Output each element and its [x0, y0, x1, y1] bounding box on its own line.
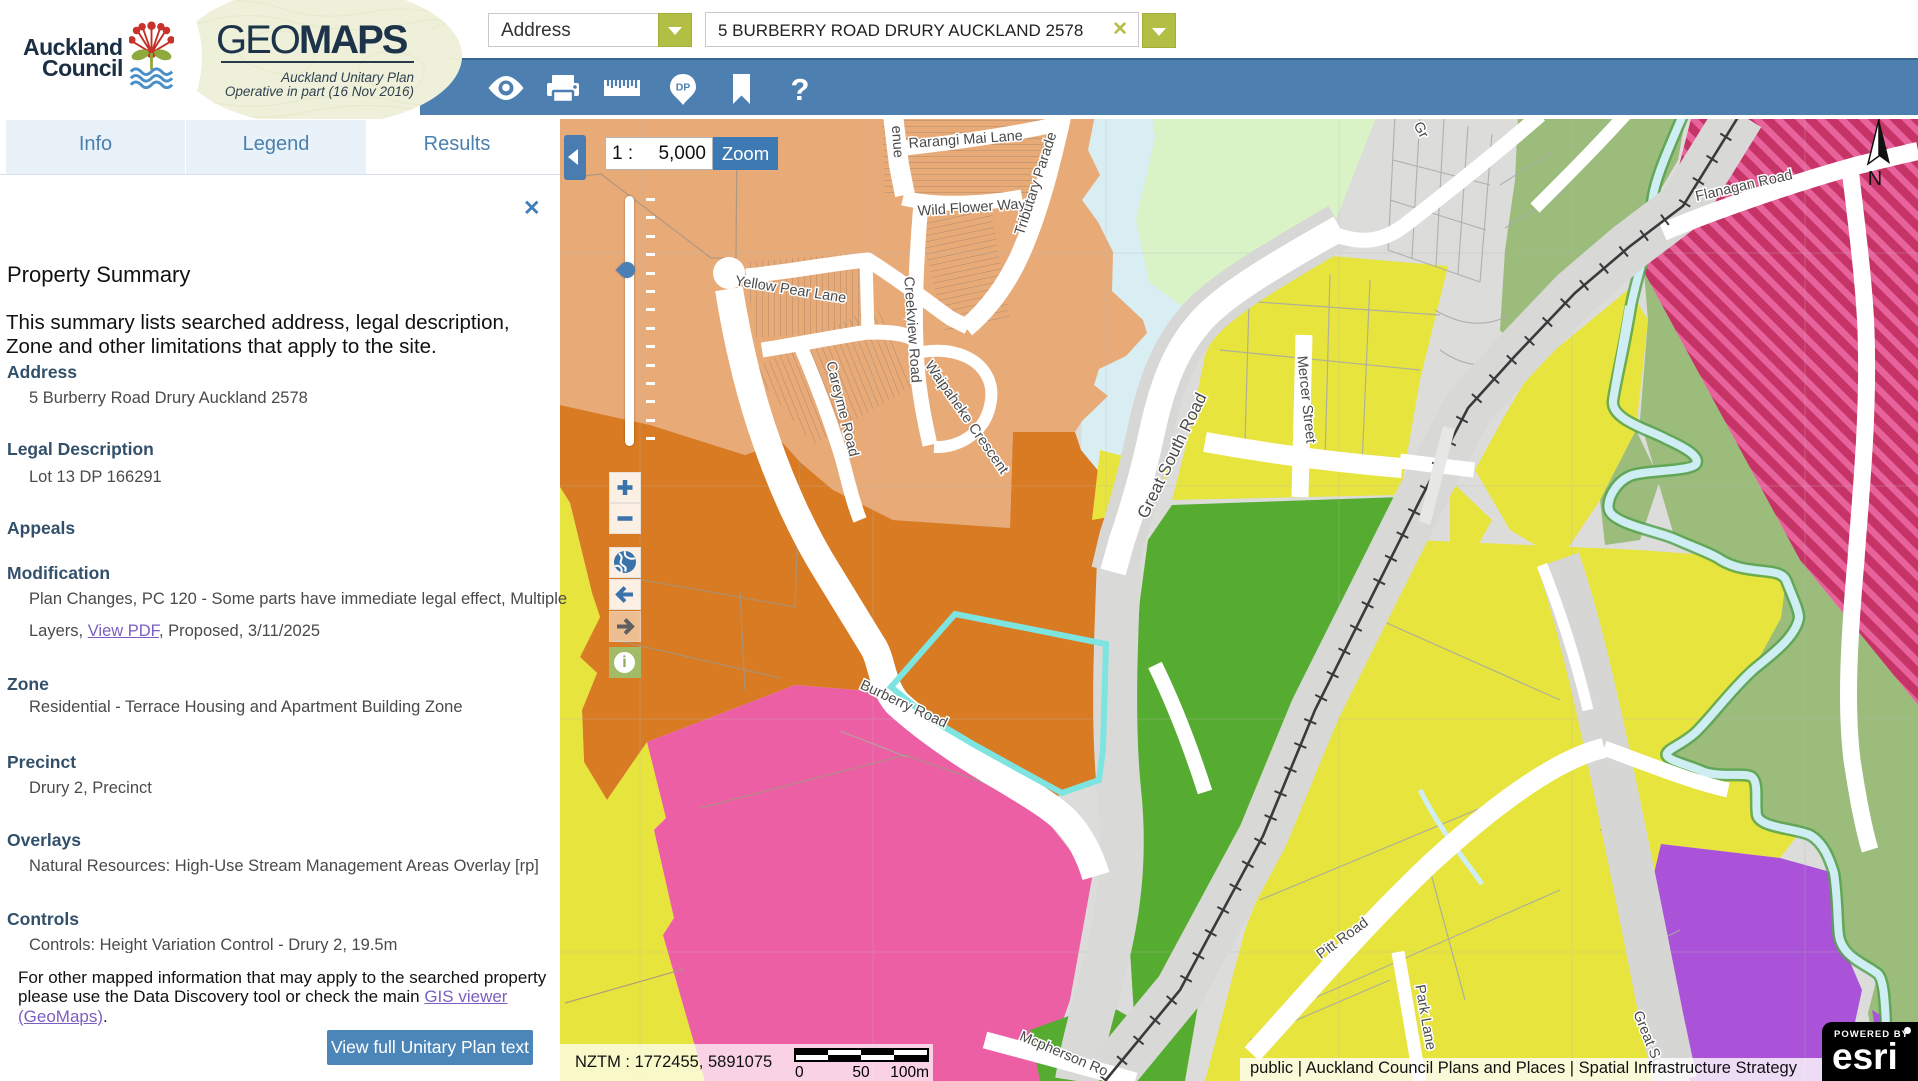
svg-text:?: ? — [791, 74, 810, 106]
svg-text:100m: 100m — [890, 1064, 929, 1080]
svg-text:enue: enue — [888, 125, 906, 158]
svg-text:DP: DP — [676, 82, 691, 94]
svg-text:GEOMAPS: GEOMAPS — [216, 18, 408, 62]
svg-text:50: 50 — [852, 1064, 870, 1080]
svg-text:N: N — [1868, 168, 1882, 190]
svg-text:0: 0 — [795, 1064, 804, 1080]
svg-text:Auckland Unitary Plan: Auckland Unitary Plan — [280, 70, 414, 85]
svg-text:Operative in part (16 Nov 2016: Operative in part (16 Nov 2016) — [225, 84, 414, 99]
